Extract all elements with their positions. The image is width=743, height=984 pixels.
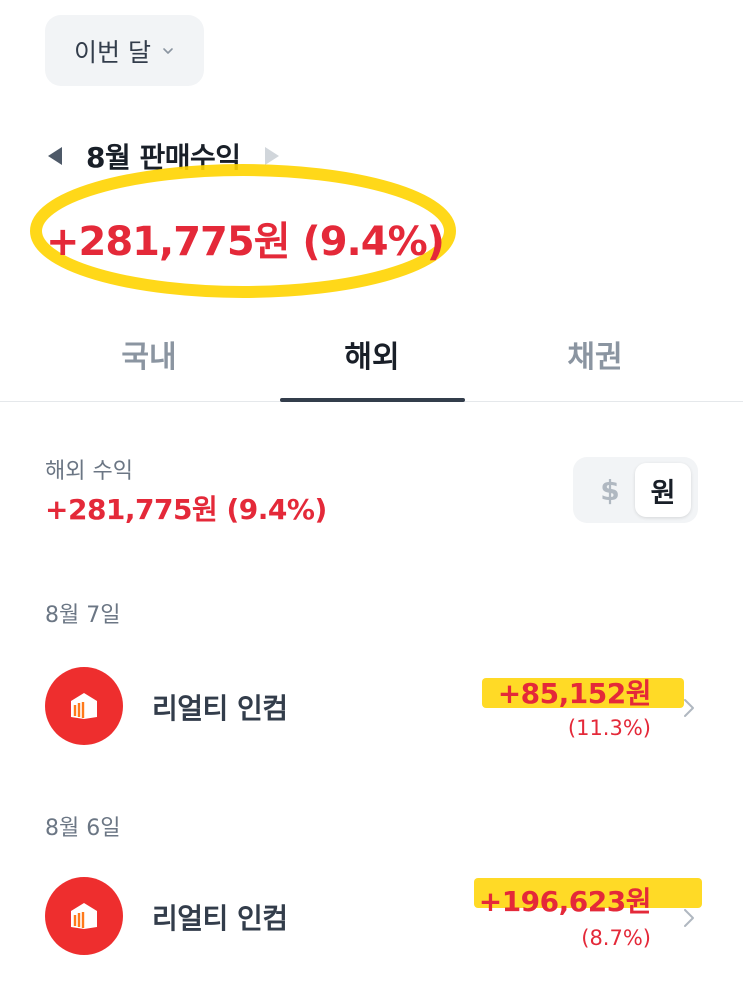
market-tabs: 국내 해외 채권 xyxy=(0,322,743,402)
period-selector-label: 이번 달 xyxy=(74,37,151,67)
entry-percent: (8.7%) xyxy=(581,926,651,950)
period-selector-button[interactable]: 이번 달 xyxy=(45,15,204,86)
entry-date: 8월 7일 xyxy=(45,603,121,628)
list-item[interactable]: 리얼티 인컴 +85,152원 (11.3%) xyxy=(0,652,743,762)
house-icon xyxy=(71,903,97,929)
entry-amount: +196,623원 xyxy=(478,885,652,918)
entry-amount: +85,152원 xyxy=(497,677,652,710)
headline-profit-value: +281,775원 (9.4%) xyxy=(46,219,445,265)
chevron-right-icon xyxy=(684,909,694,927)
tab-domestic[interactable]: 국내 xyxy=(25,322,273,402)
summary-label: 해외 수익 xyxy=(45,459,133,484)
house-icon xyxy=(71,693,97,719)
tab-bonds[interactable]: 채권 xyxy=(471,322,719,402)
summary-value: +281,775원 (9.4%) xyxy=(45,493,327,526)
chevron-right-icon xyxy=(684,699,694,717)
stock-logo xyxy=(45,667,123,745)
entry-date: 8월 6일 xyxy=(45,816,121,841)
chevron-down-icon xyxy=(163,47,173,54)
currency-toggle: $ 원 xyxy=(573,457,698,523)
currency-dollar-option[interactable]: $ xyxy=(585,465,635,515)
active-tab-indicator xyxy=(280,398,465,402)
stock-name: 리얼티 인컴 xyxy=(152,902,288,935)
stock-name: 리얼티 인컴 xyxy=(152,692,288,725)
tab-overseas[interactable]: 해외 xyxy=(248,322,496,402)
headline-profit-block: +281,775원 (9.4%) xyxy=(25,160,461,302)
currency-won-option[interactable]: 원 xyxy=(635,463,691,517)
list-item[interactable]: 리얼티 인컴 +196,623원 (8.7%) xyxy=(0,862,743,972)
stock-logo xyxy=(45,877,123,955)
entry-percent: (11.3%) xyxy=(567,716,651,740)
